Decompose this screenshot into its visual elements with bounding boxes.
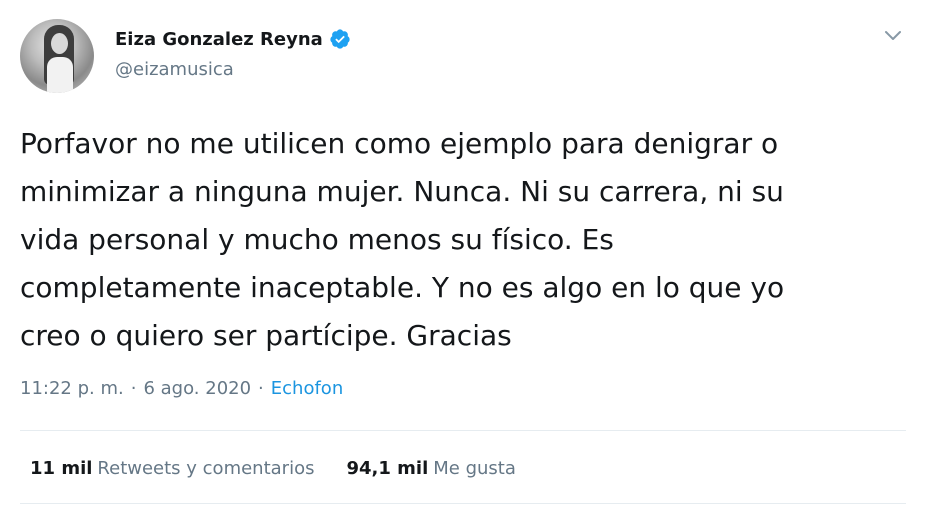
divider [20, 430, 906, 431]
author-name-row: Eiza Gonzalez Reyna [115, 28, 351, 50]
tweet-time[interactable]: 11:22 p. m. [20, 378, 124, 399]
tweet-text-line: minimizar a ninguna mujer. Nunca. Ni su … [20, 175, 784, 208]
retweets-count: 11 mil [30, 458, 93, 479]
likes-count: 94,1 mil [346, 458, 429, 479]
tweet-text-line: completamente inaceptable. Y no es algo … [20, 271, 785, 304]
meta-separator: · [130, 378, 137, 399]
author-display-name[interactable]: Eiza Gonzalez Reyna [115, 29, 323, 50]
avatar-face [51, 33, 68, 54]
tweet-text-line: Porfavor no me utilicen como ejemplo par… [20, 127, 779, 160]
avatar-body [47, 57, 73, 93]
tweet-stats: 11 mil Retweets y comentarios 94,1 mil M… [30, 458, 516, 479]
tweet-text-line: vida personal y mucho menos su físico. E… [20, 223, 614, 256]
tweet-text: Porfavor no me utilicen como ejemplo par… [20, 120, 910, 360]
tweet-date[interactable]: 6 ago. 2020 [143, 378, 251, 399]
meta-separator: · [258, 378, 264, 399]
retweets-stat[interactable]: 11 mil Retweets y comentarios [30, 458, 314, 479]
likes-stat[interactable]: 94,1 mil Me gusta [346, 458, 515, 479]
divider [20, 503, 906, 504]
chevron-down-icon[interactable] [884, 28, 902, 42]
tweet-source-link[interactable]: Echofon [271, 378, 343, 399]
likes-label: Me gusta [433, 458, 516, 479]
verified-badge-icon [330, 29, 350, 49]
tweet-meta: 11:22 p. m. · 6 ago. 2020 · Echofon [20, 378, 343, 399]
retweets-label: Retweets y comentarios [97, 458, 315, 479]
avatar[interactable] [20, 19, 94, 93]
author-handle[interactable]: @eizamusica [115, 59, 234, 80]
tweet-text-line: creo o quiero ser partícipe. Gracias [20, 319, 512, 352]
